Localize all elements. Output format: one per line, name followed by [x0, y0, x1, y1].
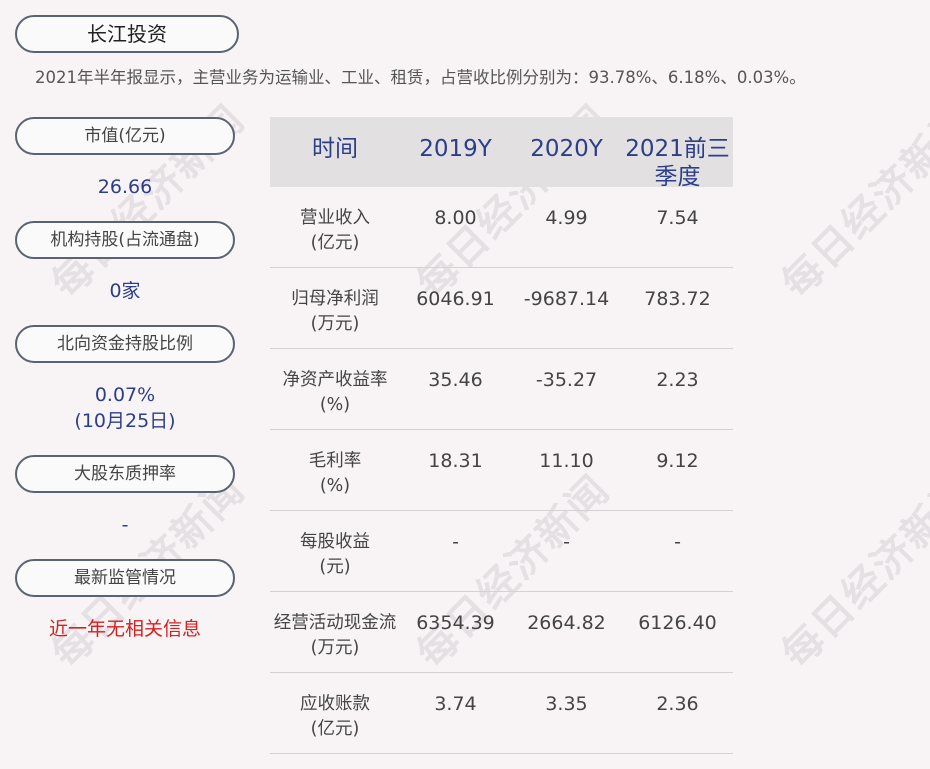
- header-2019: 2019Y: [419, 136, 492, 162]
- header-2021q3: 2021前三 季度: [622, 135, 733, 191]
- header-2020: 2020Y: [530, 136, 603, 162]
- table-cell: 3.74: [434, 693, 477, 715]
- table-cell: 8.00: [434, 207, 477, 229]
- table-cell: 4.99: [545, 207, 588, 229]
- market-cap-label: 市值(亿元): [15, 117, 235, 155]
- table-cell: 2.23: [656, 369, 699, 391]
- table-row: 经营活动现金流 (万元) 6354.39 2664.82 6126.40: [270, 592, 733, 673]
- table-cell: 783.72: [644, 288, 711, 310]
- watermark: 每日经济新闻: [773, 466, 930, 678]
- market-cap-value: 26.66: [97, 176, 153, 198]
- table-row: 净资产收益率 (%) 35.46 -35.27 2.23: [270, 349, 733, 430]
- table-cell: 6354.39: [416, 612, 495, 634]
- institutional-holding-value: 0家: [109, 280, 141, 302]
- header-time: 时间: [312, 136, 358, 162]
- table-cell: 7.54: [656, 207, 699, 229]
- pledge-ratio-value: -: [121, 514, 129, 536]
- table-row: 营业收入 (亿元) 8.00 4.99 7.54: [270, 187, 733, 268]
- row-label: 营业收入 (亿元): [300, 208, 370, 253]
- table-cell: 9.12: [656, 450, 699, 472]
- table-header: 时间 2019Y 2020Y 2021前三 季度: [270, 117, 733, 190]
- table-cell: 2.36: [656, 693, 699, 715]
- row-label: 净资产收益率 (%): [282, 370, 388, 415]
- table-row: 每股收益 (元) - - -: [270, 511, 733, 592]
- row-label: 毛利率 (%): [308, 451, 362, 496]
- header-2021q3-line1: 2021前三: [625, 136, 730, 162]
- table-cell: 35.46: [428, 369, 483, 391]
- table-cell: 6046.91: [416, 288, 495, 310]
- table-cell: 2664.82: [527, 612, 606, 634]
- table-cell: -: [563, 531, 570, 553]
- northbound-ratio-value: 0.07%: [94, 384, 156, 406]
- regulatory-status-label: 最新监管情况: [15, 559, 235, 597]
- table-row: 应收账款 (亿元) 3.74 3.35 2.36: [270, 673, 733, 754]
- company-title: 长江投资: [15, 15, 239, 53]
- table-cell: -9687.14: [523, 288, 610, 310]
- table-row: 归母净利润 (万元) 6046.91 -9687.14 783.72: [270, 268, 733, 349]
- pledge-ratio-label: 大股东质押率: [15, 455, 235, 493]
- table-cell: -: [674, 531, 681, 553]
- table-cell: 18.31: [428, 450, 483, 472]
- financial-table: 时间 2019Y 2020Y 2021前三 季度 营业收入 (亿元) 8.00 4…: [270, 117, 733, 754]
- watermark: 每日经济新闻: [773, 96, 930, 308]
- northbound-ratio-date: (10月25日): [74, 410, 176, 432]
- row-label: 经营活动现金流 (万元): [273, 613, 397, 658]
- row-label: 应收账款 (亿元): [300, 694, 370, 739]
- table-cell: -: [452, 531, 459, 553]
- table-cell: -35.27: [535, 369, 598, 391]
- table-cell: 6126.40: [638, 612, 717, 634]
- institutional-holding-label: 机构持股(占流通盘): [15, 221, 235, 259]
- row-label: 归母净利润 (万元): [291, 289, 379, 334]
- table-cell: 3.35: [545, 693, 588, 715]
- business-summary: 2021年半年报显示，主营业务为运输业、工业、租赁，占营收比例分别为：93.78…: [35, 68, 806, 87]
- northbound-ratio-label: 北向资金持股比例: [15, 325, 235, 363]
- row-label: 每股收益 (元): [300, 532, 370, 577]
- regulatory-status-value: 近一年无相关信息: [48, 618, 201, 640]
- table-row: 毛利率 (%) 18.31 11.10 9.12: [270, 430, 733, 511]
- table-cell: 11.10: [539, 450, 594, 472]
